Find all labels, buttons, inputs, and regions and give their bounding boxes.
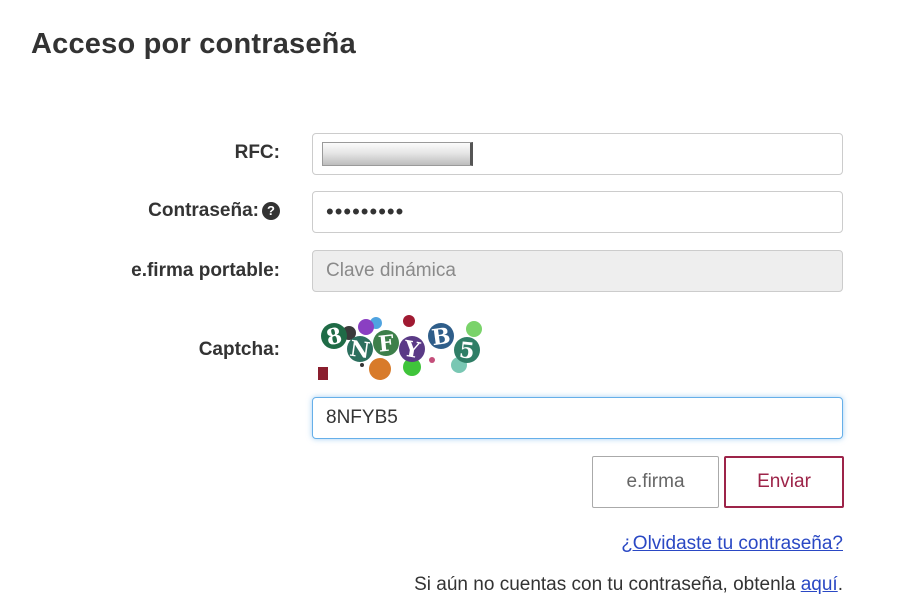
signup-suffix: .	[837, 574, 843, 595]
password-label-text: Contraseña:	[148, 200, 259, 221]
rfc-label: RFC:	[235, 142, 280, 164]
captcha-char: N	[348, 336, 372, 365]
signup-prefix: Si aún no cuentas con tu contraseña, obt…	[414, 574, 801, 595]
captcha-label-text: Captcha:	[198, 339, 280, 360]
rfc-redaction-mask	[322, 142, 473, 166]
captcha-char: B	[430, 323, 452, 351]
forgot-password-link[interactable]: ¿Olvidaste tu contraseña?	[621, 533, 843, 555]
page-title: Acceso por contraseña	[31, 28, 356, 60]
efirma-portable-label-text: e.firma portable:	[131, 260, 280, 281]
captcha-input[interactable]	[312, 397, 843, 439]
password-label: Contraseña: ?	[148, 200, 280, 222]
captcha-char: 5	[458, 337, 476, 364]
signup-link[interactable]: aquí	[801, 574, 838, 595]
password-input[interactable]	[312, 191, 843, 233]
efirma-portable-label: e.firma portable:	[131, 260, 280, 282]
captcha-label: Captcha:	[199, 339, 280, 361]
submit-button[interactable]: Enviar	[724, 456, 844, 508]
question-circle-icon[interactable]: ?	[262, 202, 280, 220]
signup-text: Si aún no cuentas con tu contraseña, obt…	[414, 574, 843, 596]
captcha-char: F	[377, 330, 396, 358]
rfc-label-text: RFC:	[234, 142, 280, 163]
efirma-button[interactable]: e.firma	[592, 456, 719, 508]
captcha-image: 8 N F Y B 5	[314, 315, 489, 385]
dynamic-key-input	[312, 250, 843, 292]
